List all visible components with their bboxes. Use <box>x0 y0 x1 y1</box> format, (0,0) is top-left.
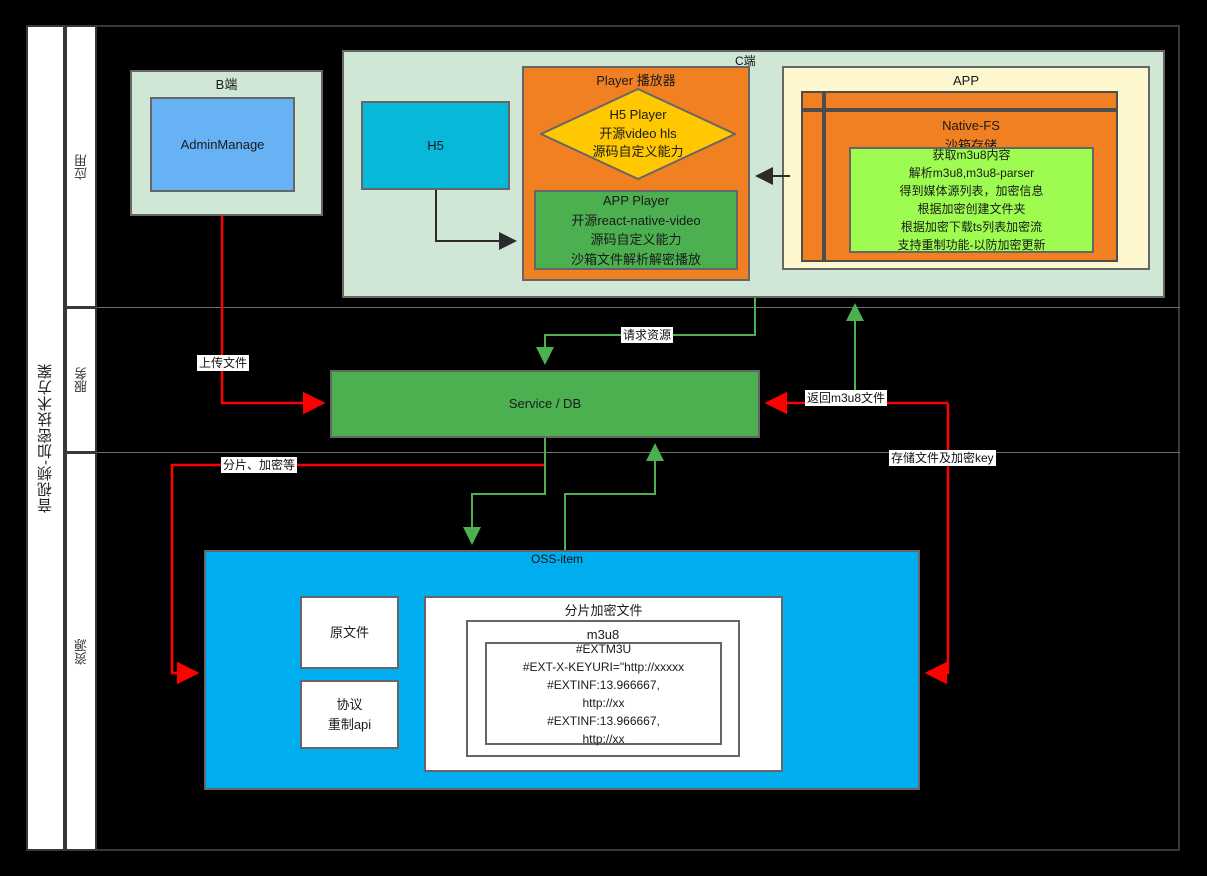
node-b-side-title: B端 <box>215 77 238 92</box>
node-m3u8-content: #EXTM3U #EXT-X-KEYURI="http://xxxxx #EXT… <box>485 641 722 746</box>
node-app-title: APP <box>952 73 979 88</box>
native-fs-detail-line-5: 支持重制功能-以防加密更新 <box>897 238 1046 252</box>
edge-label-upload-file: 上传文件 <box>197 355 250 372</box>
node-app-player[interactable]: APP Player 开源react-native-video 源码自定义能力 … <box>534 190 738 270</box>
node-service-db[interactable]: Service / DB <box>330 370 760 438</box>
m3u8-content-line-1: #EXT-X-KEYURI="http://xxxxx <box>522 659 685 674</box>
node-app-player-line-0: APP Player <box>602 193 670 208</box>
diagram-title-column: 音视频-加密技术方案 <box>26 25 65 851</box>
node-h5-player-line-2: 源码自定义能力 <box>592 144 684 160</box>
node-h5-player-text: H5 Player 开源video hls 源码自定义能力 <box>540 88 736 180</box>
edge-label-request-resource: 请求资源 <box>621 327 674 344</box>
node-oss-item-title: OSS-item <box>531 552 584 566</box>
m3u8-content-line-4: #EXTINF:13.966667, <box>547 713 660 728</box>
lane-label-service-text: 服务 <box>73 367 89 393</box>
lane-separator-2 <box>97 452 1180 453</box>
node-app-player-line-3: 沙箱文件解析解密播放 <box>570 251 701 267</box>
node-native-fs-line-0: Native-FS <box>942 118 1000 133</box>
node-protocol-api-line-1: 重制api <box>327 716 372 732</box>
node-h5[interactable]: H5 <box>361 101 510 190</box>
lane-label-service: 服务 <box>65 307 97 453</box>
node-raw-file[interactable]: 原文件 <box>300 596 399 669</box>
native-fs-detail-line-4: 根据加密下载ts列表加密流 <box>900 220 1043 234</box>
app-table-corner-cell <box>801 91 824 110</box>
lane-label-app: 应用 <box>65 25 97 308</box>
page-title: 音视频-加密技术方案 <box>37 363 54 513</box>
lane-label-resource-text: 资源 <box>73 638 89 665</box>
node-protocol-api[interactable]: 协议 重制api <box>300 680 399 749</box>
node-admin-manage[interactable]: AdminManage <box>150 97 295 192</box>
app-table-left-column <box>801 110 824 262</box>
node-h5-player[interactable]: H5 Player 开源video hls 源码自定义能力 <box>540 88 736 180</box>
node-h5-label: H5 <box>427 137 444 153</box>
diagram-canvas: 音视频-加密技术方案 应用 服务 资源 B端 AdminManage C端 H5… <box>0 0 1207 876</box>
node-admin-manage-label: AdminManage <box>180 136 265 152</box>
node-encrypted-chunk-file-title: 分片加密文件 <box>564 603 643 618</box>
lane-label-app-text: 应用 <box>73 153 89 180</box>
m3u8-content-line-3: http://xx <box>582 695 625 710</box>
app-table-header-row <box>824 91 1118 110</box>
node-service-db-label: Service / DB <box>508 396 582 412</box>
node-h5-player-line-1: 开源video hls <box>599 125 677 141</box>
native-fs-detail-line-0: 获取m3u8内容 <box>932 148 1011 162</box>
native-fs-detail-line-3: 根据加密创建文件夹 <box>917 202 1026 216</box>
m3u8-content-line-5: http://xx <box>582 731 625 746</box>
m3u8-content-line-2: #EXTINF:13.966667, <box>547 677 660 692</box>
node-raw-file-label: 原文件 <box>329 624 369 640</box>
node-app-player-line-1: 开源react-native-video <box>571 212 701 228</box>
edge-label-return-m3u8: 返回m3u8文件 <box>805 390 888 407</box>
m3u8-content-line-0: #EXTM3U <box>575 641 632 656</box>
edge-label-split-encrypt: 分片、加密等 <box>221 457 298 474</box>
node-player-title: Player 播放器 <box>596 73 676 88</box>
node-app-player-line-2: 源码自定义能力 <box>590 232 682 247</box>
node-protocol-api-line-0: 协议 <box>336 697 363 712</box>
node-h5-player-line-0: H5 Player <box>609 106 667 122</box>
native-fs-detail-line-1: 解析m3u8,m3u8-parser <box>908 166 1035 180</box>
lane-separator-1 <box>97 307 1180 308</box>
lane-label-resource: 资源 <box>65 452 97 851</box>
native-fs-detail-line-2: 得到媒体源列表，加密信息 <box>899 184 1044 198</box>
node-native-fs-detail[interactable]: 获取m3u8内容 解析m3u8,m3u8-parser 得到媒体源列表，加密信息… <box>849 147 1094 253</box>
edge-label-store-file-key: 存储文件及加密key <box>889 450 996 467</box>
